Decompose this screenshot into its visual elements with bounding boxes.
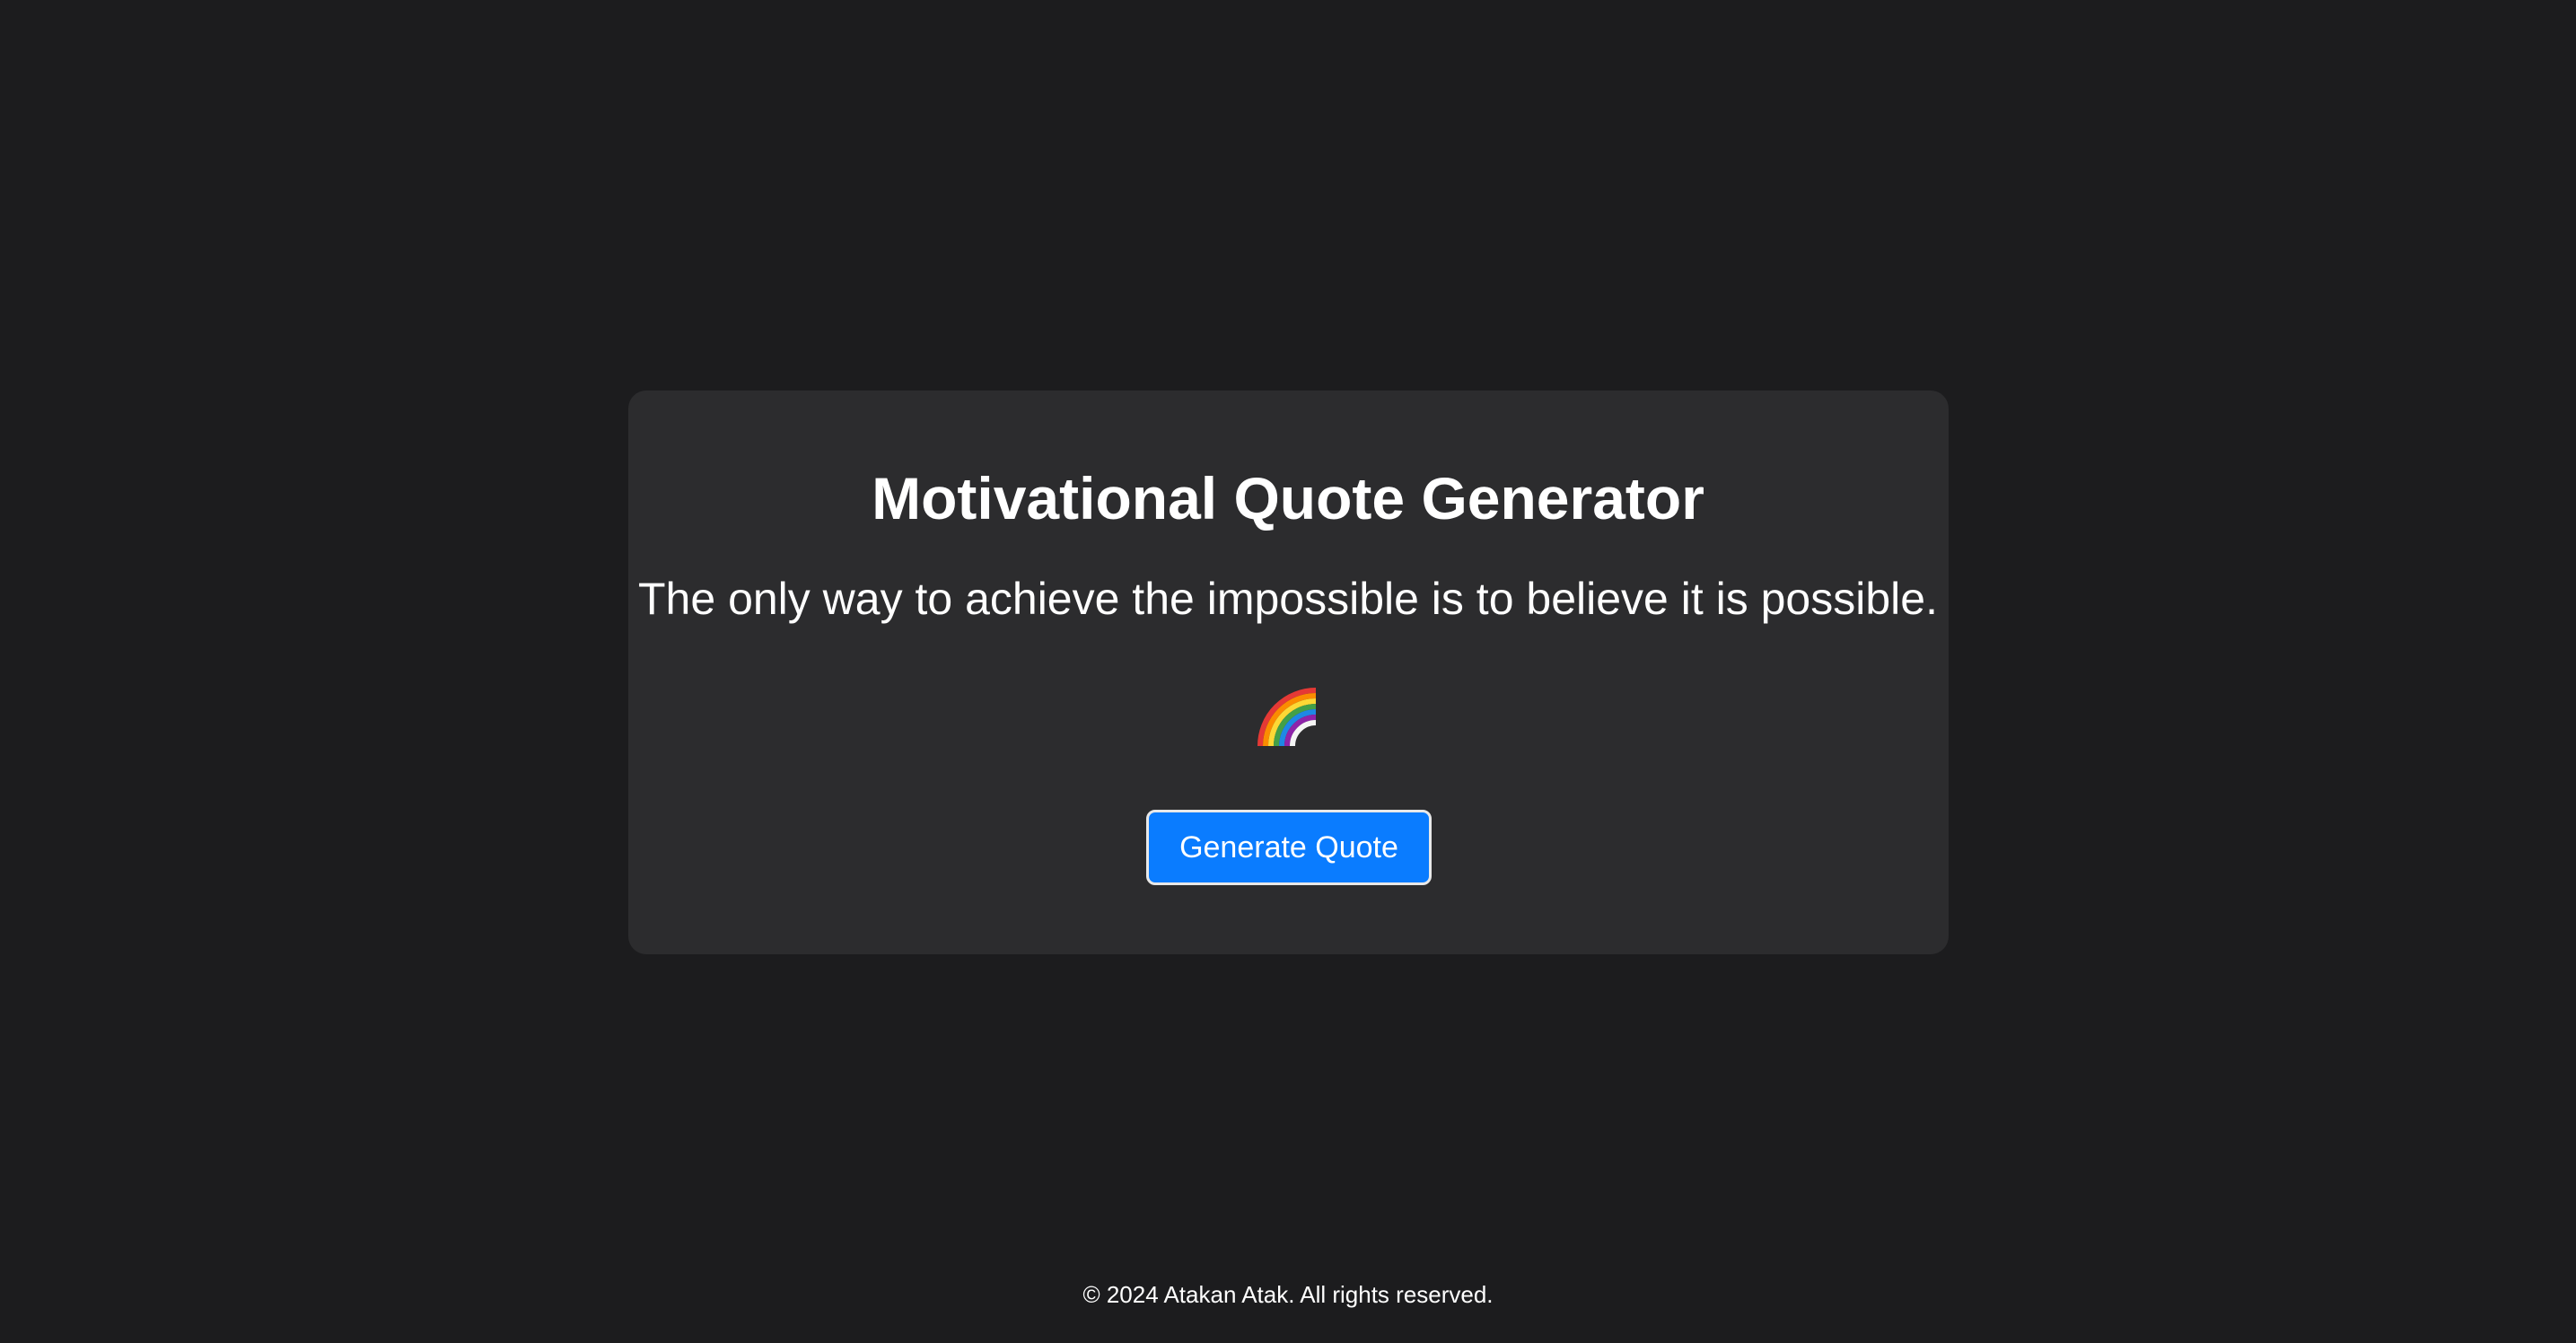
page: Motivational Quote Generator The only wa… <box>0 0 2576 1343</box>
page-title: Motivational Quote Generator <box>872 465 1704 531</box>
rainbow-icon <box>1257 688 1317 747</box>
generate-quote-button[interactable]: Generate Quote <box>1146 810 1432 885</box>
quote-text: The only way to achieve the impossible i… <box>638 574 1938 624</box>
footer-copyright: © 2024 Atakan Atak. All rights reserved. <box>1082 1281 1494 1308</box>
